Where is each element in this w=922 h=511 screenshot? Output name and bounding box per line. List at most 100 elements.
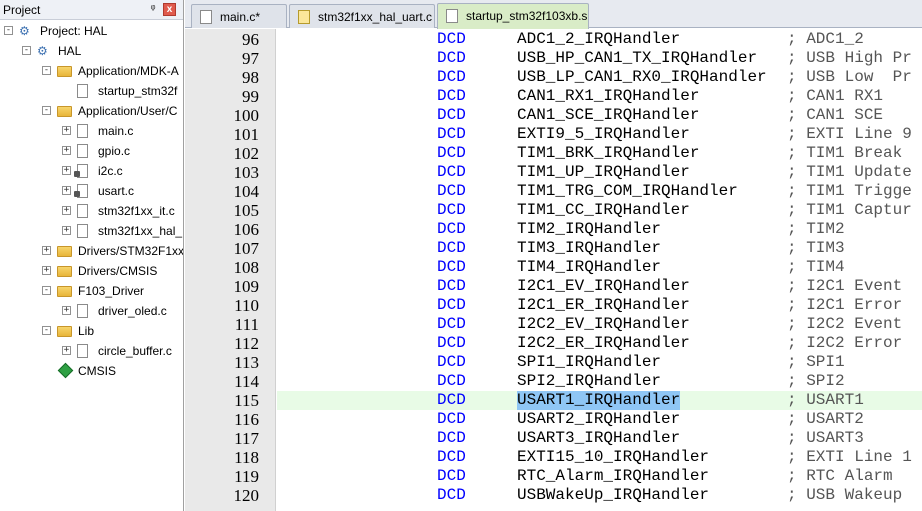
tree-item[interactable]: + i2c.c	[0, 161, 183, 181]
expand-icon[interactable]: +	[62, 146, 71, 155]
handler-token: USART2_IRQHandler	[517, 410, 681, 428]
expand-icon[interactable]: +	[62, 206, 71, 215]
code-line[interactable]: DCD USART1_IRQHandler ; USART1	[277, 391, 922, 410]
tree-item-label: HAL	[58, 44, 82, 58]
line-number: 108	[233, 258, 260, 277]
comment-token: ; TIM1 Break	[787, 144, 903, 162]
folder-icon	[57, 286, 72, 297]
comment-token: ; I2C2 Error	[787, 334, 903, 352]
code-line[interactable]: DCD EXTI15_10_IRQHandler ; EXTI Line 1	[277, 448, 922, 467]
code-line[interactable]: DCD SPI2_IRQHandler ; SPI2	[277, 372, 922, 391]
code-line[interactable]: DCD TIM3_IRQHandler ; TIM3	[277, 239, 922, 258]
expand-icon[interactable]: +	[42, 246, 51, 255]
code-line[interactable]: DCD I2C1_EV_IRQHandler ; I2C1 Event	[277, 277, 922, 296]
keyword-token: DCD	[437, 410, 466, 428]
code-line[interactable]: DCD CAN1_RX1_IRQHandler ; CAN1 RX1	[277, 87, 922, 106]
tab-main-c[interactable]: main.c*	[191, 4, 287, 28]
tree-item[interactable]: + usart.c	[0, 181, 183, 201]
tree-item[interactable]: - ⚙ Project: HAL	[0, 21, 183, 41]
tree-item[interactable]: - F103_Driver	[0, 281, 183, 301]
tab-stm32f1xx-hal-uart[interactable]: stm32f1xx_hal_uart.c	[289, 4, 435, 28]
tree-item[interactable]: + gpio.c	[0, 141, 183, 161]
tree-item[interactable]: + stm32f1xx_hal_	[0, 221, 183, 241]
line-number: 120	[233, 486, 260, 505]
comment-token: ; TIM4	[787, 258, 845, 276]
tree-item-label: Drivers/CMSIS	[78, 264, 158, 278]
keyword-token: DCD	[437, 144, 466, 162]
line-number: 105	[233, 201, 260, 220]
code-line[interactable]: DCD TIM1_TRG_COM_IRQHandler ; TIM1 Trigge	[277, 182, 922, 201]
code-line[interactable]: DCD TIM4_IRQHandler ; TIM4	[277, 258, 922, 277]
tree-item[interactable]: - Application/User/C	[0, 101, 183, 121]
comment-token: ; CAN1 RX1	[787, 87, 884, 105]
handler-token: TIM4_IRQHandler	[517, 258, 662, 276]
handler-token: SPI1_IRQHandler	[517, 353, 662, 371]
tree-item[interactable]: CMSIS	[0, 361, 183, 381]
code-line[interactable]: DCD USB_HP_CAN1_TX_IRQHandler ; USB High P…	[277, 49, 922, 68]
tree-item[interactable]: + Drivers/STM32F1xx	[0, 241, 183, 261]
tree-item-label: i2c.c	[98, 164, 123, 178]
code-line[interactable]: DCD ADC1_2_IRQHandler ; ADC1_2	[277, 30, 922, 49]
code-line[interactable]: DCD EXTI9_5_IRQHandler ; EXTI Line 9	[277, 125, 922, 144]
code-line[interactable]: DCD RTC_Alarm_IRQHandler ; RTC Alarm	[277, 467, 922, 486]
tree-item[interactable]: + stm32f1xx_it.c	[0, 201, 183, 221]
collapse-icon[interactable]: -	[22, 46, 31, 55]
code-line[interactable]: DCD USART2_IRQHandler ; USART2	[277, 410, 922, 429]
line-number: 102	[233, 144, 260, 163]
handler-token: SPI2_IRQHandler	[517, 372, 662, 390]
expand-icon[interactable]: +	[42, 266, 51, 275]
tab-startup-stm32f103xb[interactable]: startup_stm32f103xb.s	[437, 3, 589, 29]
code-line[interactable]: DCD USB_LP_CAN1_RX0_IRQHandler ; USB Low P…	[277, 68, 922, 87]
code-line[interactable]: DCD SPI1_IRQHandler ; SPI1	[277, 353, 922, 372]
code-line[interactable]: DCD USBWakeUp_IRQHandler ; USB Wakeup	[277, 486, 922, 505]
code-line[interactable]: DCD TIM2_IRQHandler ; TIM2	[277, 220, 922, 239]
line-number: 107	[233, 239, 260, 258]
handler-token: USB_HP_CAN1_TX_IRQHandler	[517, 49, 758, 67]
keyword-token: DCD	[437, 106, 466, 124]
comment-token: ; CAN1 SCE	[787, 106, 884, 124]
collapse-icon[interactable]: -	[42, 326, 51, 335]
expand-icon[interactable]: +	[62, 226, 71, 235]
keyword-token: DCD	[437, 125, 466, 143]
comment-token: ; RTC Alarm	[787, 467, 893, 485]
code-editor[interactable]: 96 97 98 99 100 101 102 103 104 105 106 107 108 109 11…	[185, 29, 922, 511]
code-line[interactable]: DCD I2C1_ER_IRQHandler ; I2C1 Error	[277, 296, 922, 315]
expand-icon[interactable]: +	[62, 186, 71, 195]
handler-token: CAN1_RX1_IRQHandler	[517, 87, 700, 105]
expand-icon[interactable]: +	[62, 126, 71, 135]
line-number: 101	[233, 125, 260, 144]
handler-token: TIM1_TRG_COM_IRQHandler	[517, 182, 738, 200]
tree-item[interactable]: - Lib	[0, 321, 183, 341]
close-icon[interactable]: x	[163, 3, 176, 16]
pin-icon[interactable]: ᵠ	[147, 3, 159, 16]
tree-item-label: driver_oled.c	[98, 304, 167, 318]
handler-token: CAN1_SCE_IRQHandler	[517, 106, 700, 124]
tree-item[interactable]: - ⚙ HAL	[0, 41, 183, 61]
expand-icon[interactable]: +	[62, 306, 71, 315]
tree-item[interactable]: + driver_oled.c	[0, 301, 183, 321]
code-line[interactable]: DCD TIM1_BRK_IRQHandler ; TIM1 Break	[277, 144, 922, 163]
tree-item[interactable]: + main.c	[0, 121, 183, 141]
expand-icon[interactable]: +	[62, 166, 71, 175]
folder-icon	[57, 326, 72, 337]
tree-item[interactable]: + circle_buffer.c	[0, 341, 183, 361]
code-line[interactable]: DCD I2C2_ER_IRQHandler ; I2C2 Error	[277, 334, 922, 353]
code-line[interactable]: DCD USART3_IRQHandler ; USART3	[277, 429, 922, 448]
collapse-icon[interactable]: -	[4, 26, 13, 35]
tree-item[interactable]: startup_stm32f	[0, 81, 183, 101]
tree-item[interactable]: - Application/MDK-A	[0, 61, 183, 81]
expand-icon[interactable]: +	[62, 346, 71, 355]
code-line[interactable]: DCD CAN1_SCE_IRQHandler ; CAN1 SCE	[277, 106, 922, 125]
code-line[interactable]: DCD TIM1_CC_IRQHandler ; TIM1 Captur	[277, 201, 922, 220]
code-line[interactable]: DCD TIM1_UP_IRQHandler ; TIM1 Update	[277, 163, 922, 182]
line-number: 114	[234, 372, 259, 391]
handler-token: I2C2_EV_IRQHandler	[517, 315, 690, 333]
code-line[interactable]: DCD I2C2_EV_IRQHandler ; I2C2 Event	[277, 315, 922, 334]
tree-item[interactable]: + Drivers/CMSIS	[0, 261, 183, 281]
collapse-icon[interactable]: -	[42, 106, 51, 115]
editor-tab-bar: main.c* stm32f1xx_hal_uart.c startup_stm…	[185, 0, 922, 29]
collapse-icon[interactable]: -	[42, 66, 51, 75]
tree-item-label: main.c	[98, 124, 134, 138]
line-number: 118	[234, 448, 259, 467]
collapse-icon[interactable]: -	[42, 286, 51, 295]
